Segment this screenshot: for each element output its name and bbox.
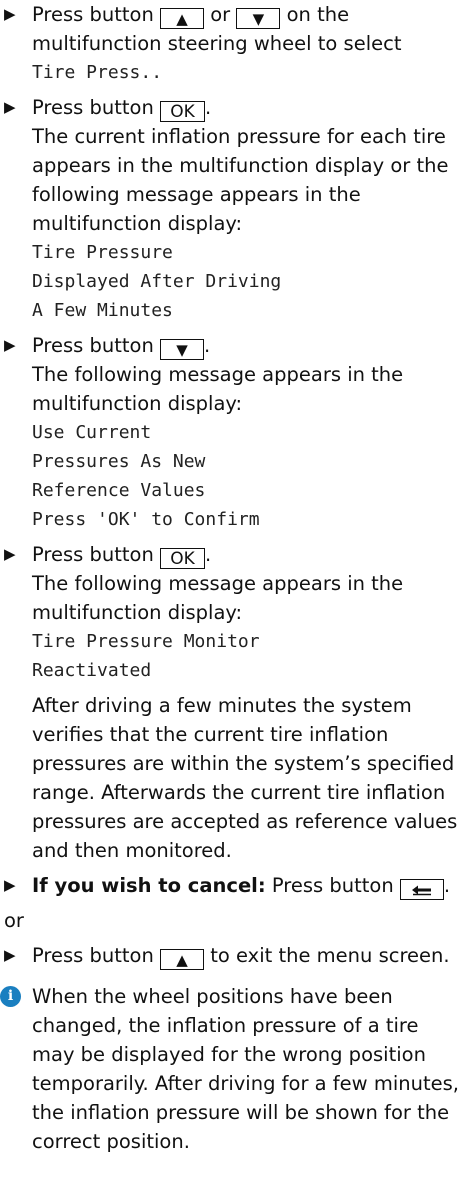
- step-text: to exit the menu screen.: [210, 944, 450, 967]
- punct: .: [443, 874, 451, 897]
- step-marker-icon: ▶: [4, 876, 16, 894]
- step-text: Press button: [32, 96, 154, 119]
- step-marker-icon: ▶: [4, 5, 16, 23]
- step-exit-menu: ▶ Press button ▲ to exit the menu screen…: [0, 941, 464, 970]
- step-text: Press button: [32, 543, 154, 566]
- display-message: Tire Pressure: [32, 242, 173, 263]
- step-marker-icon: ▶: [4, 98, 16, 116]
- punct: .: [205, 96, 212, 119]
- display-message: Press 'OK' to Confirm: [32, 509, 260, 530]
- step-select-tire-press: ▶ Press button ▲ or ▼ on the multifuncti…: [0, 0, 464, 87]
- step-description: The following message appears in the mul…: [32, 363, 404, 415]
- display-message: Tire Pressure Monitor: [32, 631, 260, 652]
- note-text: When the wheel positions have been chang…: [32, 985, 459, 1153]
- step-description: The current inflation pressure for each …: [32, 125, 449, 235]
- punct: .: [205, 543, 212, 566]
- step-cancel: ▶ If you wish to cancel: Press button .: [0, 871, 464, 900]
- display-message: Reference Values: [32, 480, 206, 501]
- step-marker-icon: ▶: [4, 545, 16, 563]
- step-marker-icon: ▶: [4, 336, 16, 354]
- display-message: Displayed After Driving: [32, 271, 282, 292]
- step-text: Press button: [271, 874, 394, 897]
- step-text: or: [210, 3, 231, 26]
- down-button-icon: ▼: [236, 8, 281, 29]
- info-note: i When the wheel positions have been cha…: [0, 982, 464, 1156]
- step-text: Press button: [32, 334, 154, 357]
- display-message: Reactivated: [32, 660, 152, 681]
- ok-button-icon: OK: [160, 548, 206, 569]
- cancel-label: If you wish to cancel:: [32, 874, 266, 897]
- punct: .: [204, 334, 211, 357]
- up-button-icon: ▲: [160, 8, 205, 29]
- display-message: Tire Press..: [32, 62, 163, 83]
- up-button-icon: ▲: [160, 949, 205, 970]
- or-label: or: [4, 909, 24, 932]
- step-result-text: After driving a few minutes the system v…: [32, 694, 458, 862]
- step-press-down: ▶ Press button ▼. The following message …: [0, 331, 464, 534]
- ok-button-icon: OK: [160, 101, 206, 122]
- display-message: Use Current: [32, 422, 152, 443]
- manual-page: ▶ Press button ▲ or ▼ on the multifuncti…: [0, 0, 464, 1156]
- step-marker-icon: ▶: [4, 946, 16, 964]
- info-icon: i: [0, 986, 21, 1007]
- step-description: The following message appears in the mul…: [32, 572, 404, 624]
- step-press-ok-confirm: ▶ Press button OK. The following message…: [0, 540, 464, 865]
- step-press-ok: ▶ Press button OK. The current inflation…: [0, 93, 464, 325]
- display-message: A Few Minutes: [32, 300, 173, 321]
- down-button-icon: ▼: [160, 339, 205, 360]
- back-button-icon: [399, 879, 444, 900]
- display-message: Pressures As New: [32, 451, 206, 472]
- step-text: Press button: [32, 3, 154, 26]
- step-text: Press button: [32, 944, 154, 967]
